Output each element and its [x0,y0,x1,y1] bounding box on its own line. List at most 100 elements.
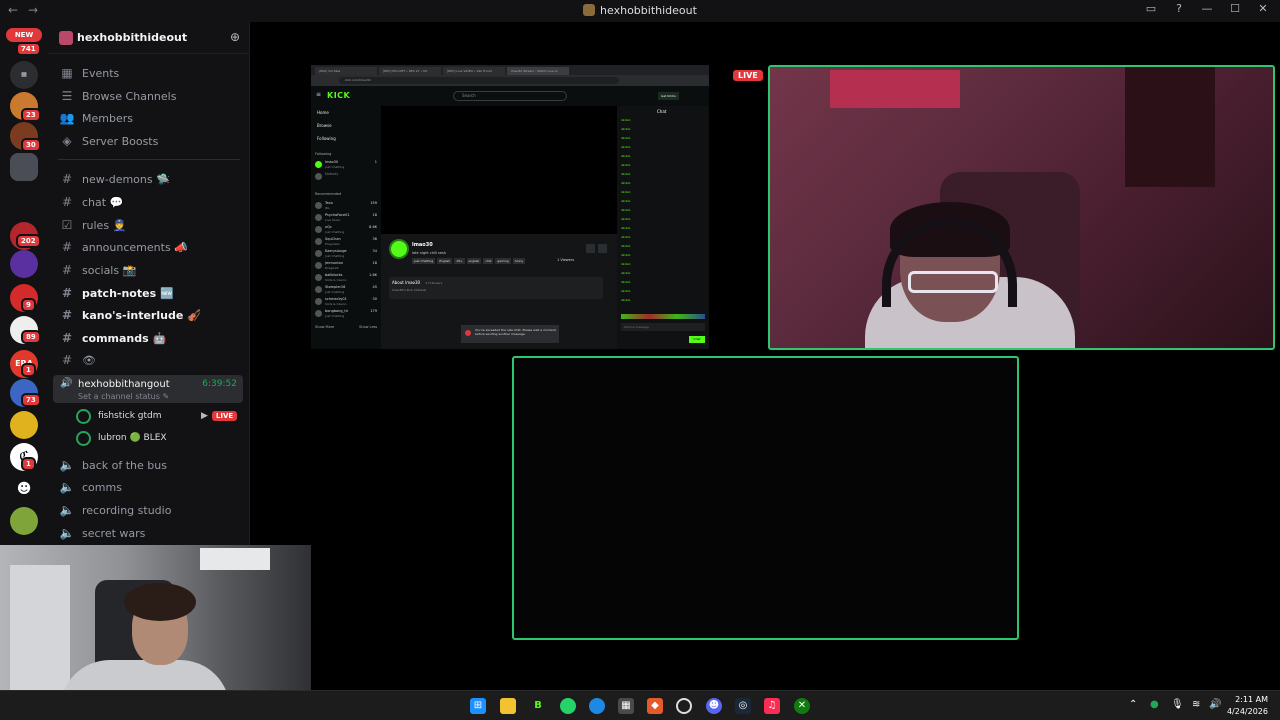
get-kicks-button[interactable]: Get KICKs [658,92,679,100]
file-explorer-icon[interactable] [500,698,516,714]
chat-message-user[interactable]: 4kdub [621,262,647,267]
chat-message-user[interactable]: 4kdub [621,136,647,141]
chat-message-user[interactable]: 4kdub [621,163,647,168]
chat-message-user[interactable]: 4kdub [621,271,647,276]
chat-message-user[interactable]: 4kdub [621,226,647,231]
chat-message-user[interactable]: 4kdub [621,244,647,249]
camera-tile-main[interactable] [768,65,1275,350]
kick-nav-browse[interactable]: Browse [317,123,332,128]
maximize-button[interactable]: ☐ [1224,2,1246,15]
chat-message-user[interactable]: 4kdub [621,190,647,195]
server-icon-13[interactable] [10,507,38,535]
browser-tab-active[interactable]: lmao30 Stream - Watch Live on [507,67,569,75]
channel-commands[interactable]: # commands 🤖 [58,328,243,348]
voice-user-lubron[interactable]: lubron 🟢 BLEX [76,429,241,447]
menu-events[interactable]: ▦ Events [58,63,243,83]
kick-following-item[interactable]: lmao30 Just Chatting 1 [315,160,377,171]
start-icon[interactable]: ⊞ [470,698,486,714]
channel-eye[interactable]: # 👁 [58,350,243,370]
chat-message-user[interactable]: 4kdub [621,280,647,285]
menu-members[interactable]: 👥 Members [58,108,243,128]
kick-recommended-item[interactable]: bongbong_tri Just Chatting 179 [315,309,377,320]
browser-tab[interactable]: [REC] Mini NFT • RES 27 • Kit [379,67,441,75]
channel-socials[interactable]: # socials 📸 [58,260,243,280]
channel-new-demons[interactable]: # new-demons 🛸 [58,169,243,189]
edge-icon[interactable] [589,698,605,714]
discord-icon[interactable]: ☻ [10,475,38,503]
channel-rules[interactable]: ☑ rules 👮 [58,215,243,235]
chat-message-user[interactable]: 4kdub [621,154,647,159]
kick-nav-following[interactable]: Following [317,136,336,141]
voice-channel-recording-studio[interactable]: 🔈 recording studio [58,500,243,520]
kick-show-more[interactable]: Show More [315,325,334,329]
voice-user-fishstick[interactable]: fishstick gtdm ▶ LIVE [76,407,241,425]
chat-message-user[interactable]: 4kdub [621,145,647,150]
kick-tag[interactable]: funny [512,258,526,264]
server-icon-11[interactable] [10,411,38,439]
kick-recommended-item[interactable]: ballblocks Slots & Casino 1.6K [315,273,377,284]
kick-channel-avatar[interactable] [389,239,409,259]
chat-message-user[interactable]: 4kdub [621,199,647,204]
inbox-icon[interactable]: ▭ [1140,2,1162,15]
kick-following-item[interactable]: Nobody [315,172,377,183]
kick-recommended-item[interactable]: Kaeryslouge Just Chatting 34 [315,249,377,260]
chat-message-user[interactable]: 4kdub [621,253,647,258]
chat-message-user[interactable]: 4kdub [621,208,647,213]
kick-logo[interactable]: KICK [327,91,350,100]
chat-message-user[interactable]: 4kdub [621,298,647,303]
help-icon[interactable]: ? [1168,2,1190,15]
hamburger-icon[interactable]: ≡ [316,91,321,98]
server-icon-6[interactable] [10,250,38,278]
camera-tile-empty[interactable] [512,356,1019,640]
server-icon-4[interactable] [10,153,38,181]
browser-tab[interactable]: (800) YouTube [315,67,377,75]
channel-status[interactable]: Set a channel status ✎ [78,392,169,401]
wifi-icon[interactable]: ≋ [1192,699,1200,710]
kick-tag[interactable]: English [437,258,453,264]
b-app-icon[interactable]: B [530,698,546,714]
kick-tag[interactable]: gaming [495,258,511,264]
kick-recommended-item[interactable]: schmecky01 Slots & Casino 30 [315,297,377,308]
kick-tag[interactable]: Just Chatting [412,258,436,264]
kick-tag[interactable]: chill [483,258,494,264]
browser-tab[interactable]: [REC] Live VIDEO • k9k Fi.Inst [443,67,505,75]
whatsapp-icon[interactable] [560,698,576,714]
kick-video-player[interactable] [381,106,617,234]
music-icon[interactable]: ♫ [764,698,780,714]
chat-message-user[interactable]: 4kdub [621,181,647,186]
store-icon[interactable]: ▦ [618,698,634,714]
kick-search-input[interactable]: Search [453,91,567,101]
kick-show-less[interactable]: Show Less [359,325,377,329]
invite-member-icon[interactable]: ⊕ [230,30,240,44]
chat-message-user[interactable]: 4kdub [621,235,647,240]
voice-channel-secret-wars[interactable]: 🔈 secret wars [58,523,243,543]
active-voice-channel[interactable]: 🔊 hexhobbithangout 6:39:52 Set a channel… [53,375,243,403]
chat-message-user[interactable]: 4kdub [621,118,647,123]
screen-share-tile[interactable]: (800) YouTube [REC] Mini NFT • RES 27 • … [311,65,709,349]
kick-nav-home[interactable]: Home [317,110,329,115]
voice-channel-comms[interactable]: 🔈 comms [58,477,243,497]
minimize-button[interactable]: — [1196,2,1218,15]
kick-recommended-item[interactable]: PsychoFace01 Live Music 18 [315,213,377,224]
steam-icon[interactable]: ◎ [735,698,751,714]
kick-tag[interactable]: english [466,258,482,264]
kick-follow-button[interactable] [586,244,595,253]
channel-kanos-interlude[interactable]: # kano's-interlude 🎻 [58,305,243,325]
server-icon-1[interactable]: ▦ [10,61,38,89]
kick-recommended-item[interactable]: SquChan Pragmata 36 [315,237,377,248]
obs-icon[interactable] [676,698,692,714]
channel-patch-notes[interactable]: # patch-notes 🆕 [58,283,243,303]
volume-icon[interactable]: 🔊 [1209,699,1221,710]
kick-recommended-item[interactable]: Taco IRL 159 [315,201,377,212]
menu-server-boosts[interactable]: ◈ Server Boosts [58,131,243,151]
chat-message-user[interactable]: 4kdub [621,127,647,132]
server-header[interactable]: hexhobbithideout ⊕ [48,22,250,54]
discord-taskbar-icon[interactable]: ☻ [706,698,722,714]
tray-status-icon[interactable]: ● [1150,699,1159,710]
chat-input[interactable]: Send a message [621,323,705,331]
emote-bar[interactable] [621,314,705,319]
kick-gift-button[interactable] [598,244,607,253]
chat-message-user[interactable]: 4kdub [621,289,647,294]
kick-tag[interactable]: 18+ [454,258,465,264]
kick-recommended-item[interactable]: Stompler16 Just Chatting 45 [315,285,377,296]
